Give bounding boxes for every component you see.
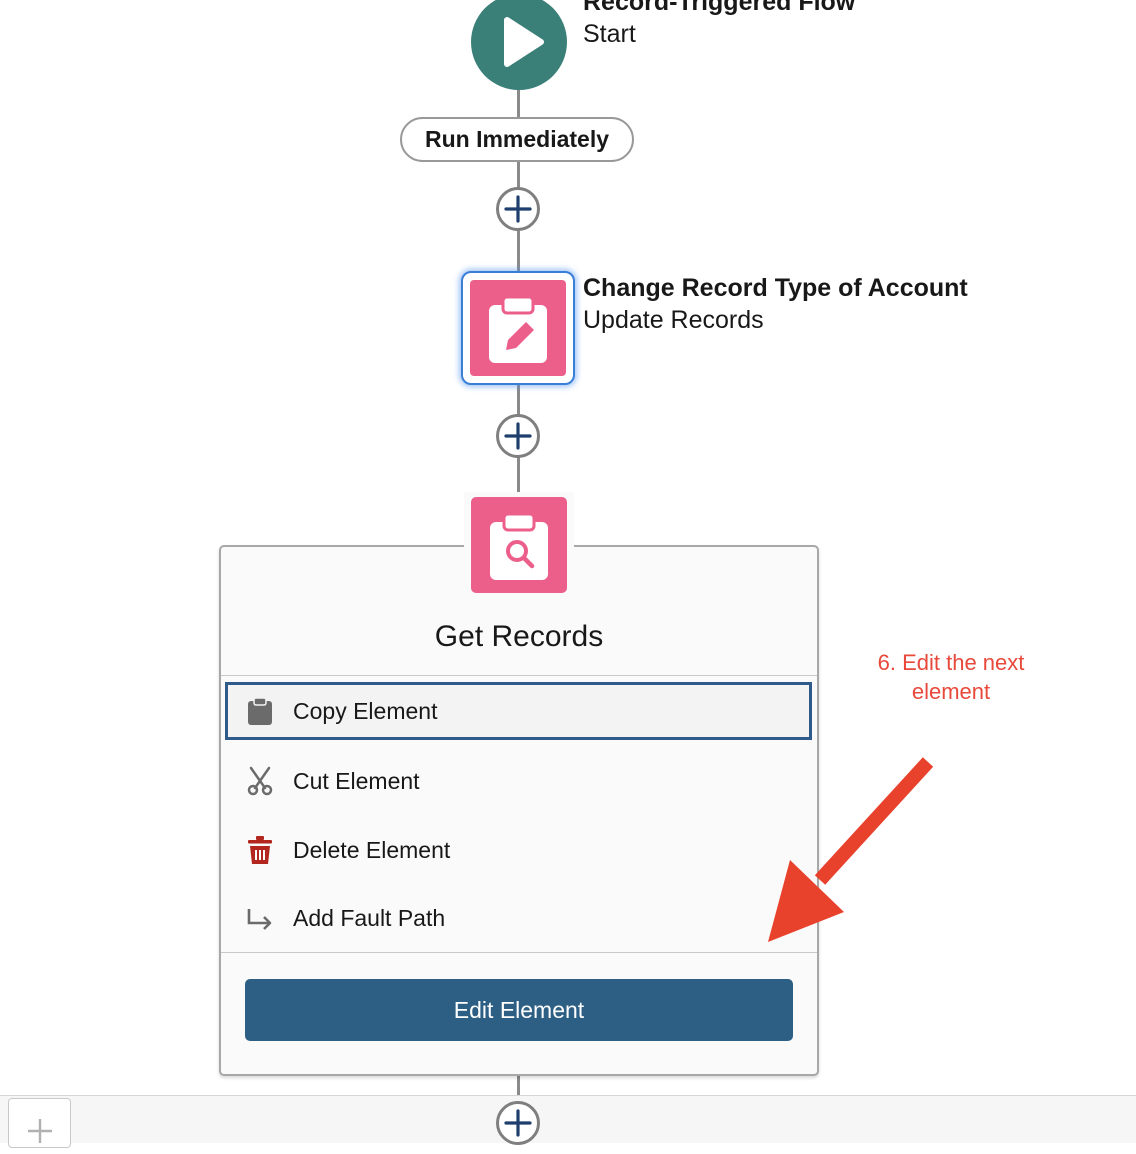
clipboard-icon <box>248 697 272 725</box>
canvas-footer <box>0 1095 1136 1143</box>
start-label: Start <box>583 20 636 48</box>
run-immediately-path[interactable]: Run Immediately <box>400 117 634 162</box>
plus-icon <box>504 1109 532 1137</box>
menu-item-label: Cut Element <box>293 767 420 794</box>
delete-element-item[interactable]: Delete Element <box>225 821 812 879</box>
annotation-line: 6. Edit the next <box>877 650 1025 675</box>
element-type: Update Records <box>583 306 764 334</box>
tutorial-annotation: 6. Edit the next element <box>840 648 1062 706</box>
divider <box>221 952 817 953</box>
menu-item-label: Copy Element <box>293 697 438 724</box>
plus-icon <box>504 422 532 450</box>
connector-line <box>517 88 520 118</box>
menu-item-label: Delete Element <box>293 836 451 863</box>
update-records-node[interactable] <box>461 271 575 385</box>
fault-path-arrow-icon <box>247 909 272 930</box>
add-element-button[interactable] <box>496 1101 540 1145</box>
menu-item-label: Add Fault Path <box>293 904 446 931</box>
divider <box>221 675 817 676</box>
start-node[interactable] <box>471 0 567 90</box>
cut-element-item[interactable]: Cut Element <box>225 752 812 810</box>
add-fault-path-item[interactable]: Add Fault Path <box>225 889 812 947</box>
plus-icon <box>504 195 532 223</box>
clipboard-edit-icon <box>489 295 547 363</box>
element-title: Change Record Type of Account <box>583 274 968 302</box>
flow-type-title: Record-Triggered Flow <box>583 0 856 16</box>
add-element-button[interactable] <box>496 414 540 458</box>
edit-element-button[interactable]: Edit Element <box>245 979 793 1041</box>
annotation-arrow-icon <box>768 757 934 942</box>
play-icon <box>504 17 544 67</box>
clipboard-search-icon <box>490 512 548 580</box>
copy-element-item[interactable]: Copy Element <box>225 682 812 740</box>
menu-element-title: Get Records <box>434 620 604 653</box>
scissors-icon <box>247 766 273 796</box>
trash-icon <box>248 836 272 864</box>
add-element-button[interactable] <box>496 187 540 231</box>
annotation-line: element <box>911 679 991 704</box>
get-records-node[interactable] <box>471 497 567 593</box>
zoom-in-button[interactable] <box>8 1098 71 1148</box>
